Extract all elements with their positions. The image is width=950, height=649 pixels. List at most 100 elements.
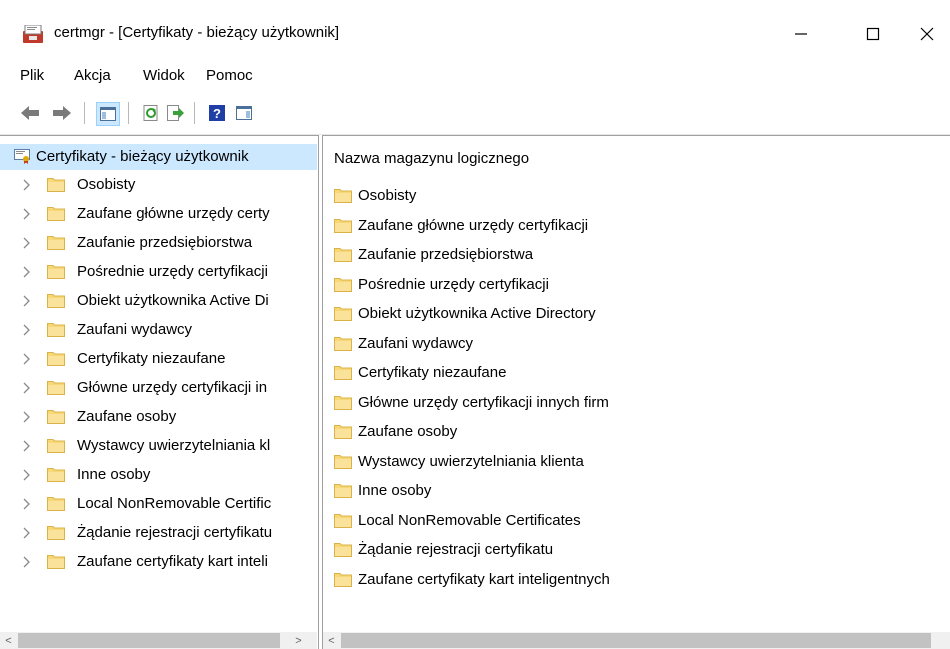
- chevron-right-icon[interactable]: [22, 236, 32, 250]
- list-item[interactable]: Zaufani wydawcy: [334, 331, 934, 357]
- title-bar: certmgr - [Certyfikaty - bieżący użytkow…: [0, 0, 950, 60]
- tree-item[interactable]: Zaufanie przedsiębiorstwa: [0, 230, 317, 256]
- refresh-button[interactable]: [140, 102, 162, 124]
- chevron-right-icon[interactable]: [22, 555, 32, 569]
- tree-item[interactable]: Główne urzędy certyfikacji in: [0, 375, 317, 401]
- maximize-button[interactable]: [850, 14, 896, 54]
- list-item[interactable]: Zaufane certyfikaty kart inteligentnych: [334, 567, 934, 593]
- toolbar-separator: [128, 102, 129, 124]
- chevron-right-icon[interactable]: [22, 439, 32, 453]
- chevron-right-icon[interactable]: [22, 468, 32, 482]
- menu-bar: Plik Akcja Widok Pomoc: [0, 60, 950, 92]
- export-list-icon: [167, 105, 184, 121]
- export-list-button[interactable]: [165, 102, 187, 124]
- tree-item[interactable]: Pośrednie urzędy certyfikacji: [0, 259, 317, 285]
- tree-item[interactable]: Wystawcy uwierzytelniania kl: [0, 433, 317, 459]
- chevron-right-icon[interactable]: [22, 178, 32, 192]
- list-item[interactable]: Local NonRemovable Certificates: [334, 508, 934, 534]
- scroll-left-icon[interactable]: <: [323, 632, 340, 649]
- scrollbar-thumb[interactable]: [341, 633, 931, 648]
- show-hide-console-tree-button[interactable]: [96, 102, 120, 126]
- chevron-right-icon[interactable]: [22, 497, 32, 511]
- tree-root-item[interactable]: Certyfikaty - bieżący użytkownik: [0, 144, 317, 170]
- folder-icon: [47, 294, 65, 308]
- tree-horizontal-scrollbar[interactable]: < >: [0, 632, 317, 649]
- chevron-right-icon[interactable]: [22, 323, 32, 337]
- tree-item[interactable]: Żądanie rejestracji certyfikatu: [0, 520, 317, 546]
- close-icon: [920, 27, 934, 41]
- tree-item-label: Inne osoby: [77, 466, 151, 483]
- list-item[interactable]: Zaufane główne urzędy certyfikacji: [334, 213, 934, 239]
- chevron-right-icon[interactable]: [22, 410, 32, 424]
- tree-item[interactable]: Zaufani wydawcy: [0, 317, 317, 343]
- tree-item-label: Wystawcy uwierzytelniania kl: [77, 437, 271, 454]
- list-item[interactable]: Obiekt użytkownika Active Directory: [334, 301, 934, 327]
- folder-icon: [334, 218, 352, 233]
- list-item-label: Zaufane certyfikaty kart inteligentnych: [358, 570, 610, 588]
- list-item-label: Obiekt użytkownika Active Directory: [358, 305, 596, 322]
- menu-help[interactable]: Pomoc: [206, 67, 253, 84]
- minimize-button[interactable]: [778, 14, 824, 54]
- folder-icon: [47, 555, 65, 569]
- help-button[interactable]: ?: [206, 102, 228, 124]
- list-item-label: Żądanie rejestracji certyfikatu: [358, 541, 554, 558]
- back-arrow-icon: [21, 106, 39, 120]
- chevron-right-icon[interactable]: [22, 265, 32, 279]
- show-hide-action-pane-button[interactable]: [233, 102, 255, 124]
- tree-item-label: Certyfikaty niezaufane: [77, 350, 226, 367]
- svg-text:?: ?: [213, 106, 221, 121]
- forward-button[interactable]: [51, 102, 73, 124]
- list-item[interactable]: Żądanie rejestracji certyfikatu: [334, 537, 934, 563]
- list-item-label: Zaufani wydawcy: [358, 334, 474, 352]
- list-item[interactable]: Pośrednie urzędy certyfikacji: [334, 272, 934, 298]
- tree-item[interactable]: Osobisty: [0, 172, 317, 198]
- show-hide-console-tree-icon: [100, 107, 116, 121]
- folder-icon: [334, 572, 352, 587]
- tree-item-label: Pośrednie urzędy certyfikacji: [77, 263, 268, 280]
- list-horizontal-scrollbar[interactable]: <: [323, 632, 950, 649]
- certificate-store-icon: [14, 149, 30, 164]
- folder-icon: [334, 395, 352, 410]
- chevron-right-icon[interactable]: [22, 294, 32, 308]
- tree-item[interactable]: Zaufane certyfikaty kart inteli: [0, 549, 317, 575]
- folder-icon: [334, 543, 352, 557]
- folder-icon: [47, 381, 65, 395]
- back-button[interactable]: [19, 102, 41, 124]
- folder-icon: [334, 454, 352, 469]
- tree-item[interactable]: Inne osoby: [0, 462, 317, 488]
- scrollbar-thumb[interactable]: [18, 633, 280, 648]
- chevron-right-icon[interactable]: [22, 381, 32, 395]
- list-item[interactable]: Zaufane osoby: [334, 419, 934, 445]
- folder-icon: [47, 352, 65, 366]
- close-button[interactable]: [904, 14, 950, 54]
- folder-icon: [334, 513, 352, 528]
- folder-icon: [334, 307, 352, 321]
- tree-item-label: Zaufanie przedsiębiorstwa: [77, 234, 253, 251]
- tree-item-label: Żądanie rejestracji certyfikatu: [77, 524, 273, 541]
- list-item[interactable]: Główne urzędy certyfikacji innych firm: [334, 390, 934, 416]
- folder-icon: [334, 277, 352, 292]
- chevron-right-icon[interactable]: [22, 352, 32, 366]
- list-item[interactable]: Wystawcy uwierzytelniania klienta: [334, 449, 934, 475]
- list-item[interactable]: Osobisty: [334, 183, 934, 209]
- tree-item[interactable]: Zaufane główne urzędy certy: [0, 201, 317, 227]
- tree-item-label: Główne urzędy certyfikacji in: [77, 379, 268, 396]
- scroll-left-icon[interactable]: <: [0, 632, 17, 649]
- chevron-right-icon[interactable]: [22, 526, 32, 540]
- tree-item[interactable]: Obiekt użytkownika Active Di: [0, 288, 317, 314]
- column-header-name[interactable]: Nazwa magazynu logicznego: [334, 150, 529, 167]
- scroll-right-icon[interactable]: >: [290, 632, 307, 649]
- list-item[interactable]: Inne osoby: [334, 478, 934, 504]
- console-tree-pane: Certyfikaty - bieżący użytkownik Osobist…: [0, 135, 319, 649]
- tree-item[interactable]: Local NonRemovable Certific: [0, 491, 317, 517]
- list-item[interactable]: Certyfikaty niezaufane: [334, 360, 934, 386]
- tree-item[interactable]: Zaufane osoby: [0, 404, 317, 430]
- certificate-manager-icon: [23, 25, 43, 43]
- folder-icon: [47, 236, 65, 250]
- list-item[interactable]: Zaufanie przedsiębiorstwa: [334, 242, 934, 268]
- menu-view[interactable]: Widok: [143, 67, 185, 84]
- chevron-right-icon[interactable]: [22, 207, 32, 221]
- tree-item[interactable]: Certyfikaty niezaufane: [0, 346, 317, 372]
- menu-file[interactable]: Plik: [20, 67, 44, 84]
- menu-action[interactable]: Akcja: [74, 67, 111, 84]
